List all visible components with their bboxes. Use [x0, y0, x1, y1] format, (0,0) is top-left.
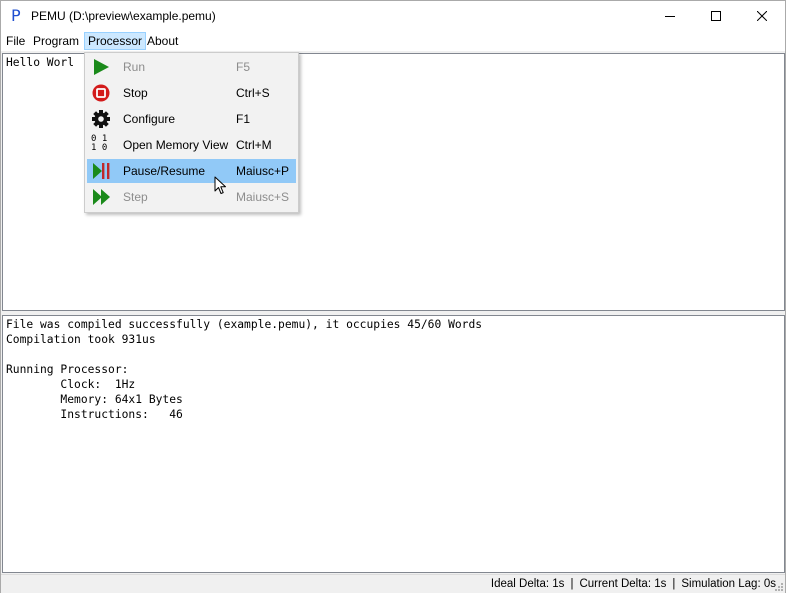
simulation-lag-text: Simulation Lag: 0s [681, 578, 776, 590]
close-button[interactable] [739, 1, 785, 31]
status-info: Ideal Delta: 1s | Current Delta: 1s | Simula… [491, 577, 776, 592]
app-logo-icon: P [11, 6, 21, 25]
menu-item-label: Open Memory View [123, 138, 229, 152]
status-separator: | [672, 578, 676, 590]
menu-program[interactable]: Program [29, 32, 83, 50]
app-window: P PEMU (D:\preview\example.pemu) File Pr… [0, 0, 786, 593]
menu-item-shortcut: Maiusc+S [236, 190, 290, 204]
menu-item-label: Pause/Resume [123, 164, 206, 178]
menu-item-label: Step [123, 190, 148, 204]
minimize-icon [665, 16, 675, 17]
menu-about[interactable]: About [143, 32, 182, 50]
minimize-button[interactable] [647, 1, 693, 31]
step-icon [93, 189, 110, 205]
menu-item-shortcut: Ctrl+S [236, 86, 270, 100]
menu-item-label: Run [123, 60, 146, 74]
mouse-pointer-icon [214, 176, 226, 194]
title-bar[interactable]: P PEMU (D:\preview\example.pemu) [1, 1, 785, 31]
menu-item-stop[interactable]: Stop Ctrl+S [87, 81, 296, 105]
menu-bar: File Program Processor About [1, 31, 785, 51]
menu-item-shortcut: F1 [236, 112, 251, 126]
play-icon [94, 59, 109, 75]
menu-item-open-memory-view[interactable]: 0 1 1 0 Open Memory View Ctrl+M [87, 133, 296, 157]
menu-file[interactable]: File [2, 32, 29, 50]
pause-resume-icon [93, 163, 110, 179]
console-output[interactable]: File was compiled successfully (example.… [2, 315, 785, 573]
menu-item-shortcut: Maiusc+P [236, 164, 290, 178]
processor-menu: Run F5 Stop Ctrl+S Configure F1 0 1 1 0 … [84, 52, 299, 213]
memory-icon: 0 1 1 0 [91, 134, 108, 153]
menu-item-shortcut: Ctrl+M [236, 138, 272, 152]
menu-processor[interactable]: Processor [84, 32, 147, 50]
window-title: PEMU (D:\preview\example.pemu) [31, 9, 216, 23]
status-bar: Ideal Delta: 1s | Current Delta: 1s | Simula… [1, 574, 785, 593]
gear-icon [92, 110, 110, 128]
maximize-icon [711, 11, 721, 21]
menu-item-shortcut: F5 [236, 60, 251, 74]
menu-item-label: Configure [123, 112, 176, 126]
menu-item-label: Stop [123, 86, 148, 100]
maximize-button[interactable] [693, 1, 739, 31]
status-separator: | [570, 578, 574, 590]
ideal-delta-text: Ideal Delta: 1s [490, 578, 565, 590]
menu-item-configure[interactable]: Configure F1 [87, 107, 296, 131]
stop-icon [92, 84, 110, 102]
close-icon [757, 11, 767, 21]
menu-item-run[interactable]: Run F5 [87, 55, 296, 79]
current-delta-text: Current Delta: 1s [579, 578, 667, 590]
menu-item-step[interactable]: Step Maiusc+S [87, 185, 296, 209]
resize-grip-icon[interactable] [774, 582, 784, 592]
menu-item-pause-resume[interactable]: Pause/Resume Maiusc+P [87, 159, 296, 183]
